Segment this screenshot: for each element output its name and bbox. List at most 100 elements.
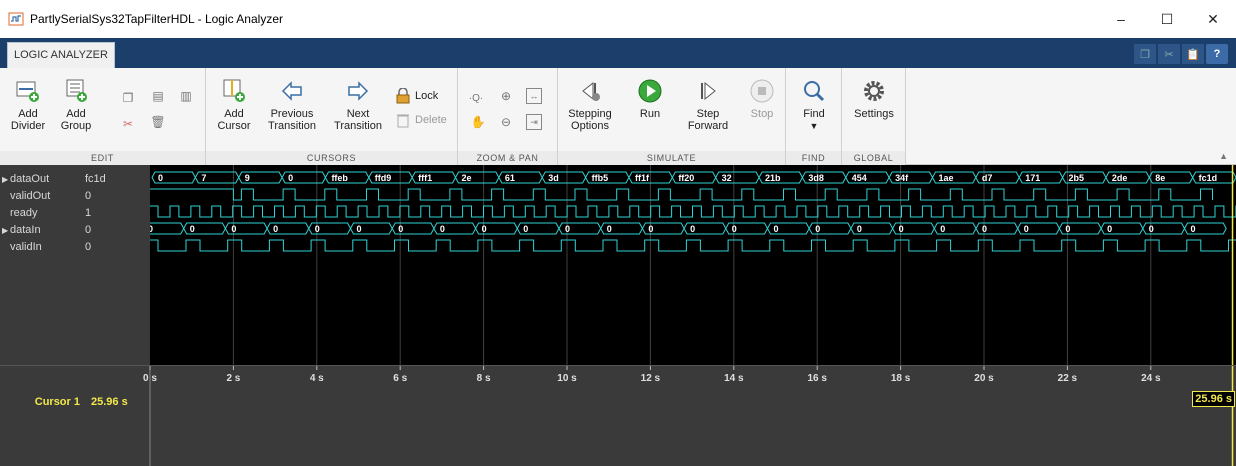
bus-value-label: ff1f [635,173,650,183]
signal-value: 1 [85,207,92,219]
global-section: Settings GLOBAL [842,68,906,165]
toolstrip: Add Divider Add Group ❐ ▤ ▥ ✂ 🗑 EDIT Add… [0,68,1236,165]
bus-value-label: ffd9 [375,173,392,183]
bus-value-label: 21b [765,173,781,183]
bus-value-label: 7 [201,173,206,183]
waveform-canvas[interactable]: 0 7 9 0 ffeb ffd9 fff1 2e 61 3d ffb5 ff1f ff20 32 21b 3… [141,165,1236,365]
find-section-label: FIND [786,151,841,165]
cursor-time-flag[interactable]: 25.96 s [1192,391,1235,407]
add-divider-button[interactable]: Add Divider [8,78,48,132]
bit-waveform [150,188,1213,201]
bus-value-label: 0 [440,224,445,234]
signal-name[interactable]: dataIn [10,223,41,238]
lock-button[interactable]: Lock [396,88,438,104]
bus-value-label: 171 [1025,173,1040,183]
zoom-in-icon[interactable]: ⊕ [498,88,514,104]
add-divider-label-2: Divider [10,120,46,132]
cut-icon[interactable]: ✂ [120,116,136,132]
zoom-pan-section-label: ZOOM & PAN [458,151,557,165]
stepping-options-button[interactable]: Stepping Options [562,78,618,132]
bus-value-label: 3d8 [808,173,824,183]
add-group-label-2: Group [60,120,92,132]
delete-cursor-button[interactable]: Delete [396,112,447,128]
magnifier-icon [804,81,825,102]
simulate-section-label: SIMULATE [558,151,785,165]
previous-transition-label-1: Previous [270,108,314,120]
bus-value-label: 0 [648,224,653,234]
simulate-section: Stepping Options Run Step Forward Stop S… [558,68,786,165]
zoom-x-icon[interactable]: ·Q· [468,90,484,106]
lock-icon [396,88,410,104]
axis-tick-label: 8 s [477,373,491,384]
minimize-button[interactable]: – [1098,0,1144,38]
pan-hand-icon[interactable]: ✋ [470,114,486,130]
signal-value: fc1d [85,173,106,185]
signal-name[interactable]: dataOut [10,172,49,187]
bus-value-label: 454 [852,173,867,183]
signal-name[interactable]: validOut [10,189,50,204]
cut-icon[interactable]: ✂ [1158,44,1180,64]
bus-value-label: 0 [815,224,820,234]
title-bar: PartlySerialSys32TapFilterHDL - Logic An… [0,0,1236,38]
stepping-options-label-2: Options [571,120,609,132]
find-button[interactable]: Find ▼ [794,78,834,132]
run-button[interactable]: Run [630,78,670,120]
tab-logic-analyzer[interactable]: LOGIC ANALYZER [7,42,115,68]
add-divider-icon [16,81,39,102]
bus-value-label: fff1 [418,173,432,183]
step-forward-button[interactable]: Step Forward [682,78,734,132]
axis-tick-label: 16 s [807,373,827,384]
expand-dataout-icon[interactable]: ▶ [2,172,8,187]
paste-special-icon[interactable]: ▥ [178,88,194,104]
axis-tick-label: 14 s [724,373,744,384]
bus-value-label: 3d [548,173,559,183]
signal-value: 0 [85,241,92,253]
add-cursor-label-2: Cursor [217,120,251,132]
delete-label: Delete [415,114,447,126]
zoom-to-cursor-icon[interactable]: ⇥ [526,114,542,130]
add-divider-label-1: Add [18,108,38,120]
signal-name[interactable]: ready [10,206,38,221]
bus-value-label: 0 [482,224,487,234]
zoom-out-icon[interactable]: ⊖ [498,114,514,130]
stop-button[interactable]: Stop [744,78,780,120]
bus-value-label: 1ae [938,173,953,183]
close-button[interactable]: ✕ [1190,0,1236,38]
bus-value-label: 0 [150,224,153,234]
bus-value-label: 0 [273,224,278,234]
bus-value-label: d7 [982,173,993,183]
axis-tick-label: 6 s [393,373,407,384]
bit-waveform [150,205,1236,218]
expand-datain-icon[interactable]: ▶ [2,223,8,238]
collapse-toolstrip-icon[interactable]: ▲ [1219,151,1228,161]
bit-waveform [150,239,1236,252]
bus-segment [141,222,185,235]
bus-value-label: 0 [315,224,320,234]
next-transition-label-1: Next [346,108,370,120]
delete-icon[interactable]: 🗑 [150,114,166,130]
run-label: Run [639,108,661,120]
signal-name[interactable]: validIn [10,240,42,255]
settings-button[interactable]: Settings [848,78,900,120]
bus-value-label: 0 [857,224,862,234]
add-cursor-icon [223,79,245,102]
arrow-left-icon [281,81,302,101]
paste-icon[interactable]: ▤ [150,88,166,104]
bus-value-label: 0 [357,224,362,234]
fit-to-view-icon[interactable]: ↔ [526,88,542,104]
add-group-button[interactable]: Add Group [56,78,96,132]
copy-icon[interactable]: ❐ [120,90,136,106]
copy-icon[interactable]: ❐ [1134,44,1156,64]
paste-icon[interactable]: 📋 [1182,44,1204,64]
previous-transition-button[interactable]: Previous Transition [262,78,322,132]
bus-value-label: 0 [1191,224,1196,234]
next-transition-button[interactable]: Next Transition [328,78,388,132]
step-forward-label-1: Step [696,108,720,120]
bus-value-label: 0 [1024,224,1029,234]
maximize-button[interactable]: ☐ [1144,0,1190,38]
stepping-options-icon [582,81,600,101]
bus-value-label: 2e [462,173,472,183]
waveform-pane[interactable]: 0 7 9 0 ffeb ffd9 fff1 2e 61 3d ffb5 ff1f ff20 32 21b 3… [141,165,1236,365]
help-button[interactable]: ? [1206,44,1228,64]
add-cursor-button[interactable]: Add Cursor [214,78,254,132]
